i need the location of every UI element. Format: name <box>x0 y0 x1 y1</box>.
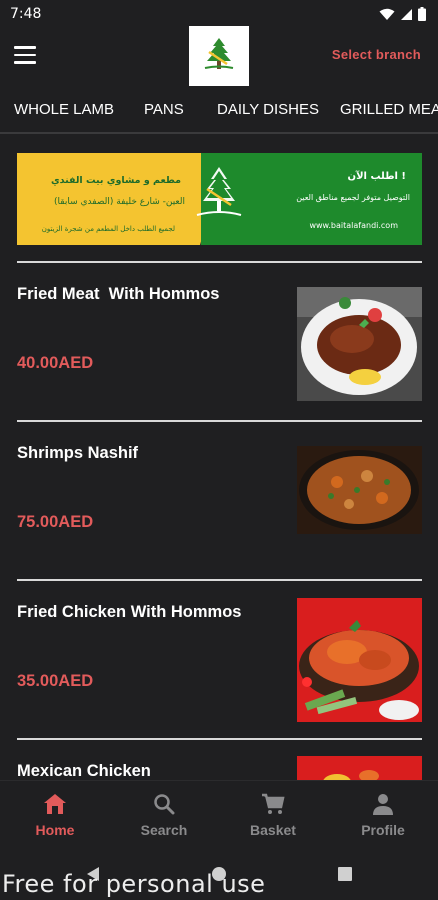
menu-item-image <box>297 756 422 780</box>
menu-item-name: Fried Meat With Hommos <box>17 285 220 303</box>
category-tabs: WHOLE LAMB PANS DAILY DISHES GRILLED MEA… <box>0 90 438 134</box>
menu-item-image <box>297 598 422 722</box>
banner-order-now: اطلب الآن ! <box>347 171 406 182</box>
menu-item-name: Fried Chicken With Hommos <box>17 603 242 621</box>
menu-item-price: 40.00AED <box>17 354 94 372</box>
app-bar: Select branch <box>0 26 438 88</box>
nav-profile[interactable]: Profile <box>343 793 423 838</box>
menu-item-image <box>297 446 422 534</box>
home-icon <box>44 794 66 814</box>
menu-item[interactable]: Fried Chicken With Hommos 35.00AED <box>0 581 438 739</box>
person-icon <box>373 794 393 815</box>
menu-item-name: Shrimps Nashif <box>17 444 139 462</box>
menu-item-image <box>297 287 422 401</box>
battery-icon <box>418 7 426 21</box>
restaurant-logo <box>189 26 249 86</box>
promo-banner[interactable]: مطعم و مشاوي بيت الفندي العين- شارع خليف… <box>17 153 422 245</box>
menu-item-name: Mexican Chicken <box>17 762 151 780</box>
tab-whole-lamb[interactable]: WHOLE LAMB <box>12 90 116 132</box>
recents-icon[interactable] <box>338 867 352 881</box>
menu-icon[interactable] <box>14 46 36 64</box>
bottom-navigation: Home Search Basket Profile <box>0 780 438 846</box>
nav-profile-label: Profile <box>361 822 405 838</box>
nav-basket[interactable]: Basket <box>233 793 313 838</box>
signal-icon <box>401 8 412 20</box>
nav-search[interactable]: Search <box>124 793 204 838</box>
banner-address: العين- شارع خليفة (الصفدي سابقا) <box>54 197 185 207</box>
watermark: Free for personal use <box>2 870 266 898</box>
menu-item-price: 35.00AED <box>17 672 94 690</box>
tab-daily-dishes[interactable]: DAILY DISHES <box>215 90 321 132</box>
status-time: 7:48 <box>10 6 42 22</box>
menu-item[interactable]: Fried Meat With Hommos 40.00AED <box>0 263 438 421</box>
status-bar: 7:48 <box>0 0 438 28</box>
cart-icon <box>262 793 285 814</box>
search-icon <box>154 794 175 815</box>
banner-restaurant-name: مطعم و مشاوي بيت الفندي <box>50 175 181 186</box>
nav-home[interactable]: Home <box>15 793 95 838</box>
banner-delivery: التوصيل متوفر لجميع مناطق العين <box>296 193 410 202</box>
wifi-icon <box>379 8 395 20</box>
nav-search-label: Search <box>140 822 188 838</box>
tab-pans[interactable]: PANS <box>142 90 186 132</box>
banner-note: لجميع الطلب داخل المطعم من شجرة الزيتون <box>41 225 175 233</box>
nav-home-label: Home <box>35 822 75 838</box>
menu-item[interactable]: Shrimps Nashif 75.00AED <box>0 422 438 580</box>
menu-item[interactable]: Mexican Chicken <box>0 740 438 780</box>
status-icons <box>379 7 426 21</box>
menu-content[interactable]: مطعم و مشاوي بيت الفندي العين- شارع خليف… <box>0 136 438 780</box>
tab-grilled-meat[interactable]: GRILLED MEAT <box>338 90 438 132</box>
nav-basket-label: Basket <box>250 822 296 838</box>
banner-cedar-logo <box>196 167 242 216</box>
menu-item-price: 75.00AED <box>17 513 94 531</box>
banner-website: www.baitalafandi.com <box>309 221 398 230</box>
select-branch-button[interactable]: Select branch <box>332 47 421 62</box>
